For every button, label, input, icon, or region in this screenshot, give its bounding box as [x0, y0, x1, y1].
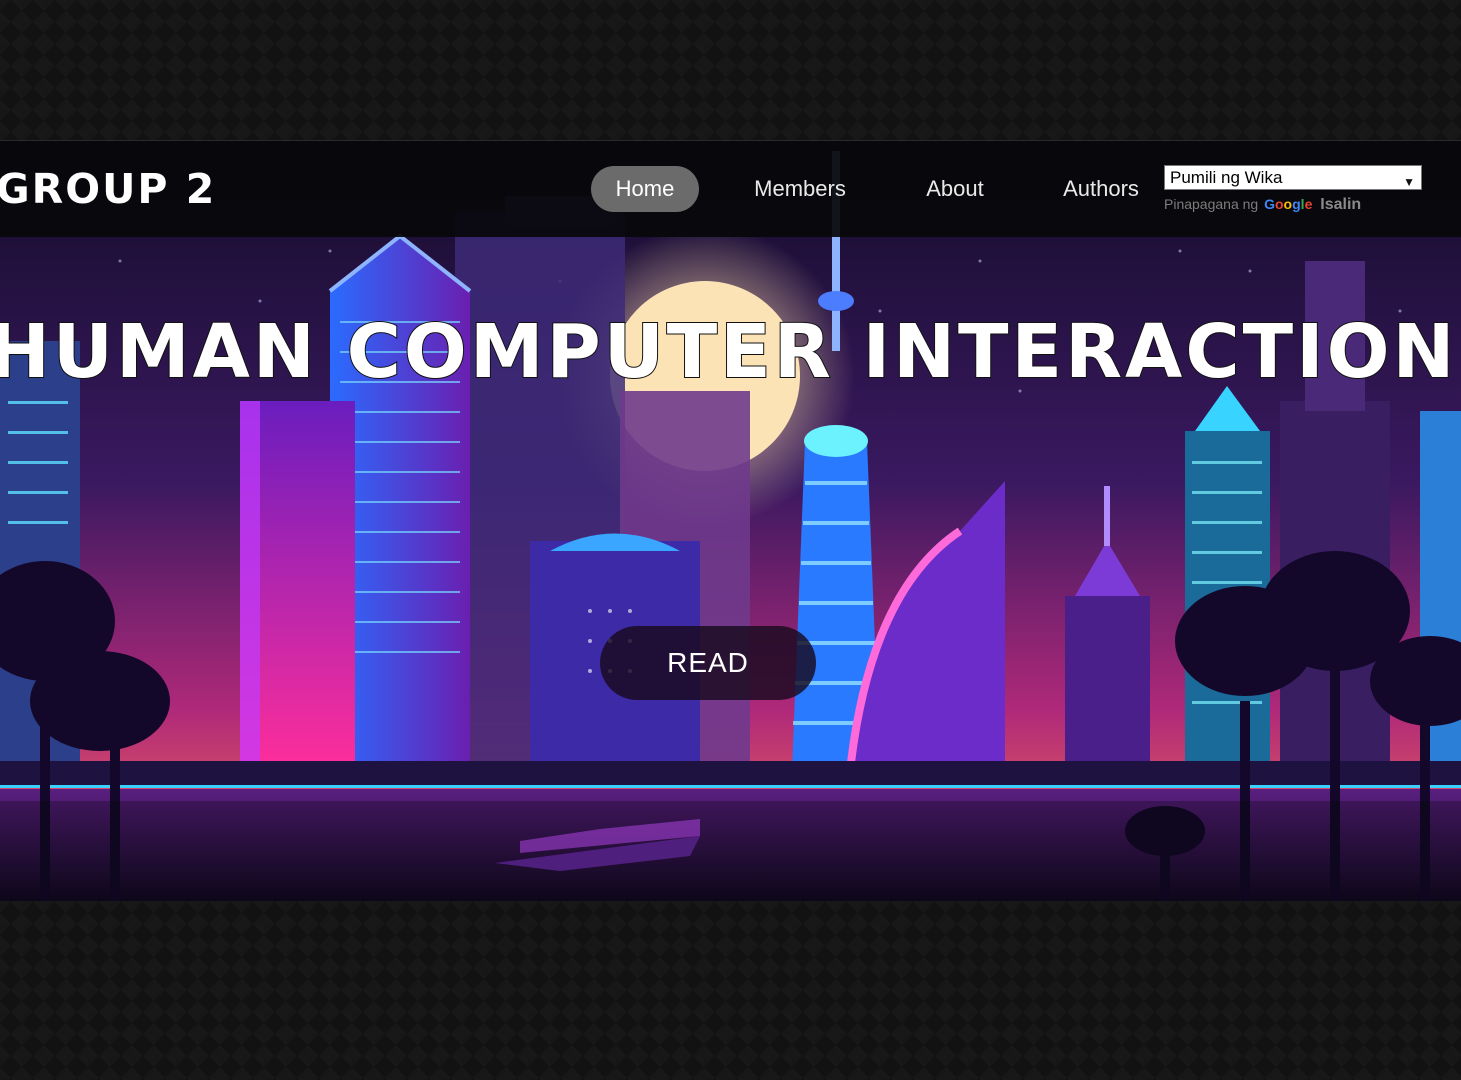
nav-authors[interactable]: Authors: [1052, 166, 1150, 212]
language-select-value: Pumili ng Wika: [1170, 168, 1283, 187]
website: GROUP 2 Home Members About Authors Pumil…: [0, 141, 1461, 901]
site-logo[interactable]: GROUP 2: [0, 165, 216, 213]
navbar: GROUP 2 Home Members About Authors Pumil…: [0, 141, 1461, 237]
google-translate-widget: Pumili ng Wika ▼ Pinapagana ng Google Is…: [1164, 165, 1422, 214]
hero-title: HUMAN COMPUTER INTERACTION: [0, 308, 1458, 396]
nav-about[interactable]: About: [912, 166, 998, 212]
nav-home[interactable]: Home: [591, 166, 699, 212]
translate-link[interactable]: Isalin: [1320, 196, 1361, 213]
powered-prefix: Pinapagana ng: [1164, 196, 1259, 212]
powered-by: Pinapagana ng Google Isalin: [1164, 196, 1422, 214]
google-logo: Google: [1264, 196, 1313, 212]
hero-city-illustration: [0, 141, 1461, 901]
nav-members[interactable]: Members: [742, 166, 858, 212]
read-button[interactable]: READ: [600, 626, 816, 700]
chevron-down-icon: ▼: [1403, 175, 1415, 189]
language-select[interactable]: Pumili ng Wika ▼: [1164, 165, 1422, 190]
